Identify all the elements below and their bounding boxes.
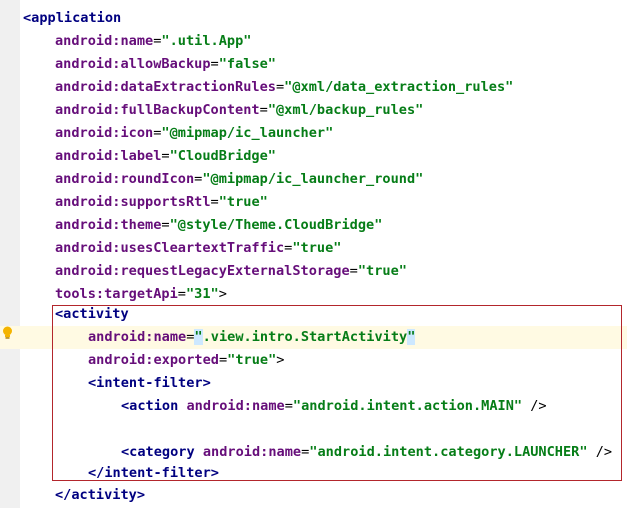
equals: = xyxy=(275,79,285,95)
code-text: android:usesCleartextTraffic="true" xyxy=(55,237,341,260)
attr-name: usesCleartextTraffic xyxy=(120,240,285,256)
attr-value: "true" xyxy=(292,240,342,256)
code-line[interactable]: android:allowBackup="false" xyxy=(0,53,627,76)
equals: = xyxy=(161,217,170,233)
equals: = xyxy=(210,194,219,210)
attr-value: "false" xyxy=(218,56,276,72)
code-line[interactable]: android:fullBackupContent="@xml/backup_r… xyxy=(0,99,627,122)
code-line[interactable]: android:theme="@style/Theme.CloudBridge" xyxy=(0,214,627,237)
code-text: android:dataExtractionRules="@xml/data_e… xyxy=(55,76,513,99)
attr-ns: android xyxy=(55,194,113,210)
equals: = xyxy=(349,263,358,279)
equals: = xyxy=(177,286,186,302)
code-text: android:roundIcon="@mipmap/ic_launcher_r… xyxy=(55,168,423,191)
attr-name: roundIcon xyxy=(120,171,195,187)
attr-ns: android xyxy=(55,33,113,49)
attr-value: "@xml/backup_rules" xyxy=(267,102,424,118)
attr-name: icon xyxy=(120,125,154,141)
code-line[interactable]: android:usesCleartextTraffic="true" xyxy=(0,237,627,260)
attr-value: "true" xyxy=(218,194,268,210)
code-text: android:name=".util.App" xyxy=(55,30,251,53)
attr-ns: android xyxy=(55,56,113,72)
code-line[interactable]: android:supportsRtl="true" xyxy=(0,191,627,214)
code-text: android:allowBackup="false" xyxy=(55,53,276,76)
code-line[interactable]: android:dataExtractionRules="@xml/data_e… xyxy=(0,76,627,99)
attr-ns: android xyxy=(55,217,113,233)
code-text: android:fullBackupContent="@xml/backup_r… xyxy=(55,99,423,122)
attr-value: "@xml/data_extraction_rules" xyxy=(284,79,514,95)
attr-value: "@mipmap/ic_launcher_round" xyxy=(202,171,424,187)
code-line[interactable]: android:label="CloudBridge" xyxy=(0,145,627,168)
lightbulb-icon[interactable] xyxy=(2,326,13,339)
code-line[interactable]: </activity> xyxy=(0,484,627,507)
attr-ns: android xyxy=(55,102,113,118)
tag-end: > xyxy=(218,286,227,302)
attr-name: allowBackup xyxy=(120,56,211,72)
code-text: android:theme="@style/Theme.CloudBridge" xyxy=(55,214,382,237)
code-text: </activity> xyxy=(55,487,146,503)
attr-value: "31" xyxy=(185,286,219,302)
attr-ns: android xyxy=(55,125,113,141)
attr-ns: android xyxy=(55,148,113,164)
code-text: android:requestLegacyExternalStorage="tr… xyxy=(55,260,407,283)
attr-value: "true" xyxy=(357,263,407,279)
attr-ns: android xyxy=(55,240,113,256)
attr-ns: android xyxy=(55,171,113,187)
attr-value: ".util.App" xyxy=(161,33,252,49)
attr-name: name xyxy=(120,33,154,49)
attr-ns: android xyxy=(55,263,113,279)
attr-name: label xyxy=(120,148,162,164)
attr-name: supportsRtl xyxy=(120,194,211,210)
equals: = xyxy=(259,102,268,118)
attr-value: "@mipmap/ic_launcher" xyxy=(161,125,334,141)
code-line[interactable]: android:icon="@mipmap/ic_launcher" xyxy=(0,122,627,145)
code-line[interactable]: <application xyxy=(0,7,627,30)
equals: = xyxy=(161,148,170,164)
code-text: <application xyxy=(23,10,122,26)
code-text: android:icon="@mipmap/ic_launcher" xyxy=(55,122,333,145)
attr-value: "@style/Theme.CloudBridge" xyxy=(169,217,383,233)
attr-colon: : xyxy=(95,286,105,302)
highlight-box xyxy=(52,305,622,481)
attr-name: requestLegacyExternalStorage xyxy=(120,263,350,279)
attr-name: theme xyxy=(120,217,162,233)
code-text: android:label="CloudBridge" xyxy=(55,145,276,168)
attr-ns: android xyxy=(55,79,113,95)
attr-value: "CloudBridge" xyxy=(169,148,276,164)
code-line[interactable]: android:name=".util.App" xyxy=(0,30,627,53)
code-line[interactable]: android:requestLegacyExternalStorage="tr… xyxy=(0,260,627,283)
attr-name: targetApi xyxy=(104,286,178,302)
attr-name: fullBackupContent xyxy=(120,102,260,118)
attr-ns: tools xyxy=(55,286,96,302)
code-text: android:supportsRtl="true" xyxy=(55,191,268,214)
attr-name: dataExtractionRules xyxy=(120,79,276,95)
equals: = xyxy=(210,56,219,72)
code-line[interactable]: android:roundIcon="@mipmap/ic_launcher_r… xyxy=(0,168,627,191)
